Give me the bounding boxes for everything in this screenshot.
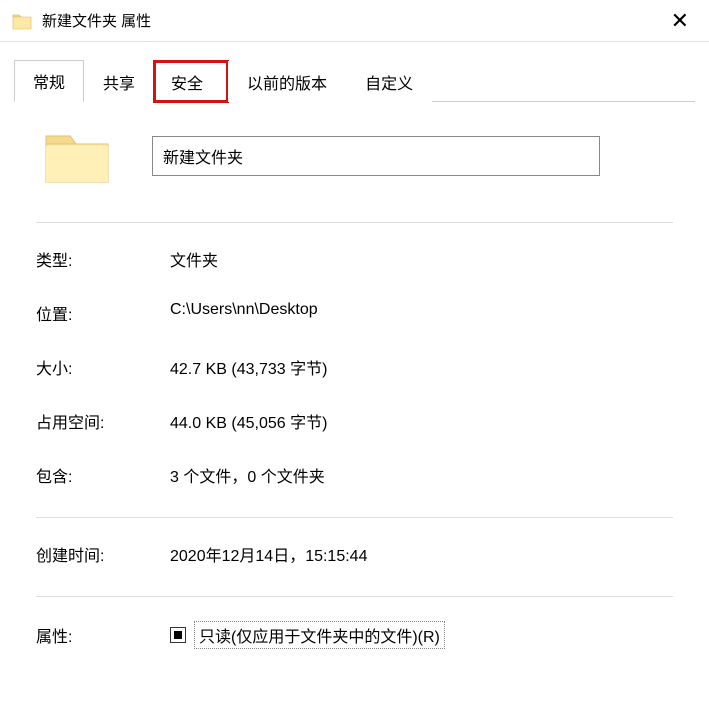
- row-attributes: 属性: 只读(仅应用于文件夹中的文件)(R): [36, 621, 673, 649]
- folder-icon: [12, 12, 32, 30]
- readonly-label[interactable]: 只读(仅应用于文件夹中的文件)(R): [194, 621, 445, 649]
- value-size: 42.7 KB (43,733 字节): [170, 355, 673, 379]
- value-contains: 3 个文件，0 个文件夹: [170, 463, 673, 487]
- tab-strip: 常规 共享 安全 以前的版本 自定义: [14, 60, 695, 102]
- row-contains: 包含: 3 个文件，0 个文件夹: [36, 463, 673, 487]
- titlebar: 新建文件夹 属性 ✕: [0, 0, 709, 42]
- label-size: 大小:: [36, 355, 170, 379]
- folder-name-input[interactable]: [152, 136, 600, 176]
- folder-large-icon: [42, 126, 112, 186]
- readonly-checkbox-wrap: [170, 627, 186, 643]
- tab-previous-versions[interactable]: 以前的版本: [228, 61, 346, 102]
- tab-security[interactable]: 安全: [154, 61, 228, 102]
- label-type: 类型:: [36, 247, 170, 271]
- label-created: 创建时间:: [36, 542, 170, 566]
- divider: [36, 596, 673, 597]
- readonly-checkbox[interactable]: [170, 627, 186, 643]
- value-location: C:\Users\nn\Desktop: [170, 301, 673, 325]
- label-contains: 包含:: [36, 463, 170, 487]
- close-icon[interactable]: ✕: [663, 10, 697, 32]
- row-created: 创建时间: 2020年12月14日，15:15:44: [36, 542, 673, 566]
- tab-general[interactable]: 常规: [14, 60, 84, 102]
- checkbox-indeterminate-icon: [174, 631, 182, 639]
- row-type: 类型: 文件夹: [36, 247, 673, 271]
- tab-panel-general: 类型: 文件夹 位置: C:\Users\nn\Desktop 大小: 42.7…: [14, 102, 695, 649]
- divider: [36, 517, 673, 518]
- tab-customize[interactable]: 自定义: [346, 61, 432, 102]
- dialog-body: 常规 共享 安全 以前的版本 自定义 类型: 文件夹 位置: C:\Users\…: [0, 42, 709, 649]
- name-row: [36, 126, 673, 186]
- label-size-on-disk: 占用空间:: [36, 409, 170, 433]
- row-size: 大小: 42.7 KB (43,733 字节): [36, 355, 673, 379]
- label-location: 位置:: [36, 301, 170, 325]
- row-location: 位置: C:\Users\nn\Desktop: [36, 301, 673, 325]
- value-created: 2020年12月14日，15:15:44: [170, 542, 673, 566]
- tab-share[interactable]: 共享: [84, 61, 154, 102]
- window-title: 新建文件夹 属性: [42, 10, 663, 31]
- row-size-on-disk: 占用空间: 44.0 KB (45,056 字节): [36, 409, 673, 433]
- value-size-on-disk: 44.0 KB (45,056 字节): [170, 409, 673, 433]
- value-type: 文件夹: [170, 247, 673, 271]
- divider: [36, 222, 673, 223]
- label-attributes: 属性:: [36, 623, 170, 647]
